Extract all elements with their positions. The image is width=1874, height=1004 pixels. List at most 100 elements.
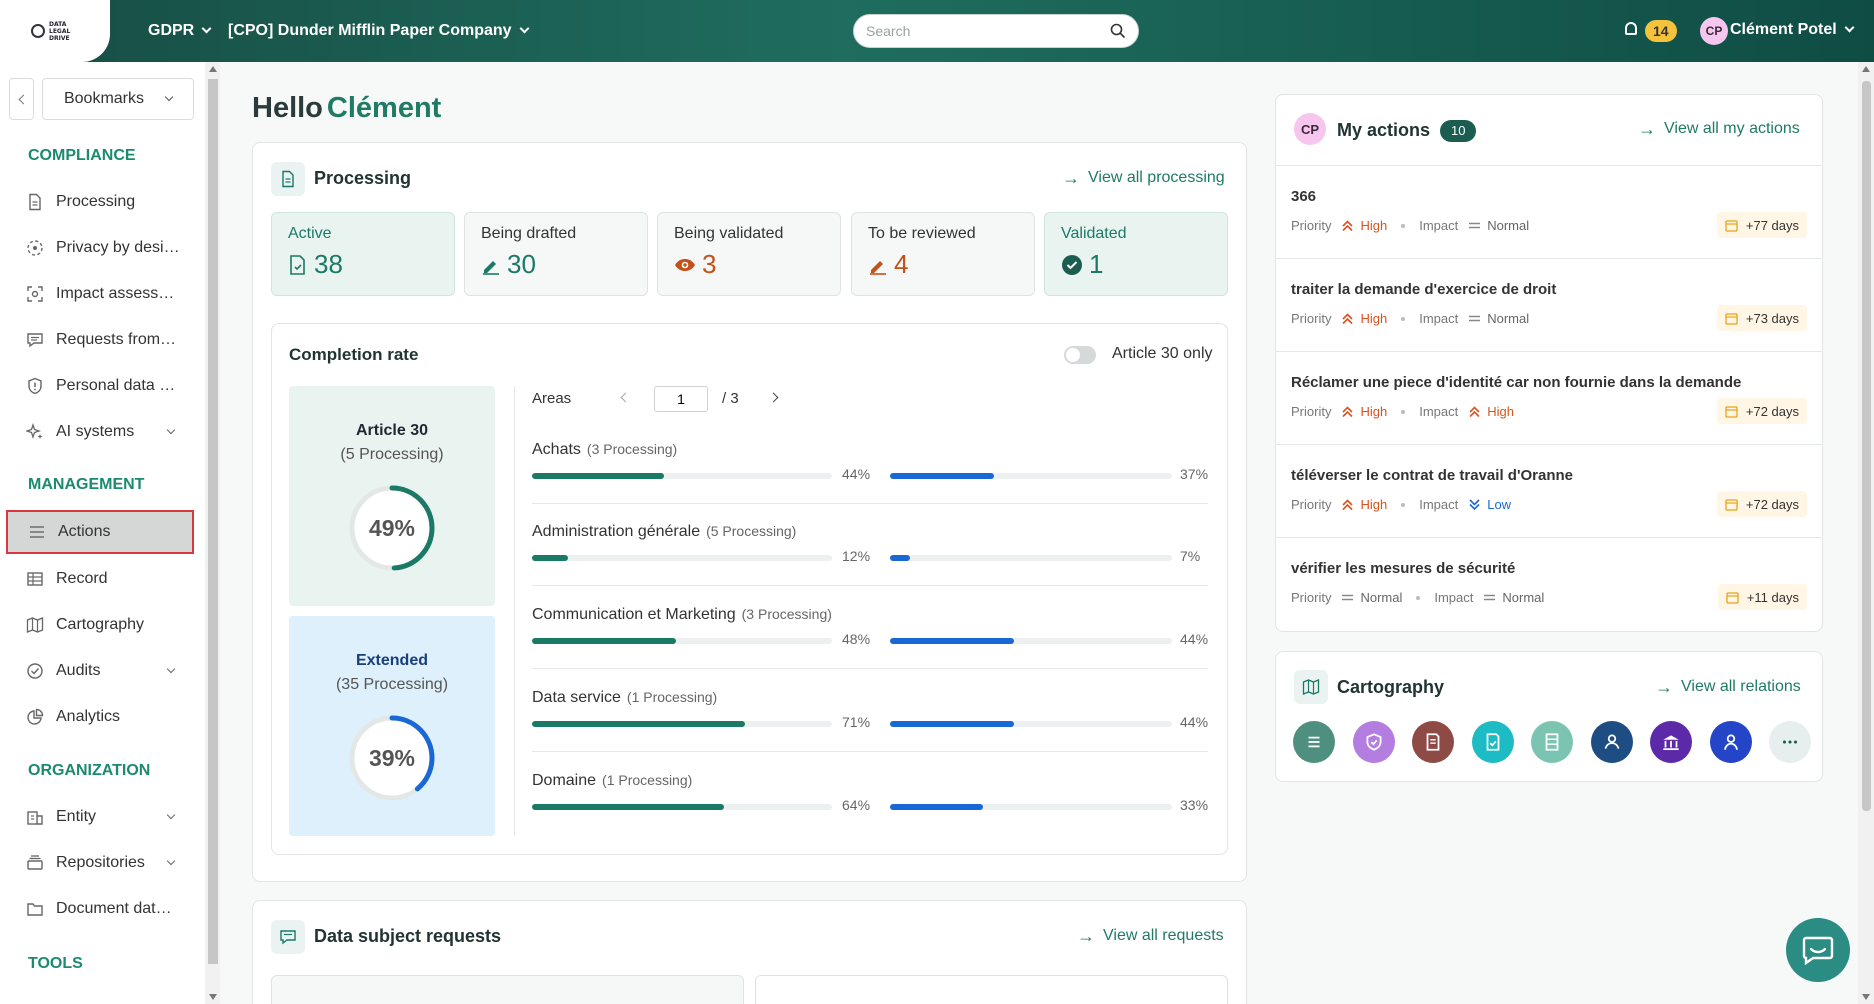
cartography-node-checklist[interactable] [1471, 721, 1514, 763]
cartography-node-shield[interactable] [1352, 721, 1395, 763]
article30-toggle[interactable] [1064, 346, 1096, 364]
status-active[interactable]: Active 38 [271, 212, 455, 296]
action-list-item[interactable]: 366 Priority High Impact Normal +77 days [1275, 166, 1823, 259]
action-meta: Priority Normal Impact Normal [1291, 590, 1545, 605]
processing-title: Processing [314, 168, 412, 188]
bell-icon[interactable] [1625, 22, 1637, 35]
sidebar-item-entity[interactable]: Entity [6, 795, 194, 839]
sidebar-item-record[interactable]: Record [6, 557, 194, 601]
status-being-drafted[interactable]: Being drafted 30 [464, 212, 648, 296]
action-meta: Priority High Impact Normal [1291, 311, 1530, 326]
article30-percent: 64% [842, 797, 871, 813]
module-dropdown[interactable]: GDPR [148, 0, 212, 62]
section-organization: ORGANIZATION [28, 762, 151, 779]
priority-low-icon [1469, 499, 1480, 511]
separator-dot [1401, 316, 1406, 321]
cartography-node-list[interactable] [1293, 721, 1335, 763]
file-icon [29, 193, 41, 211]
extended-progress-fill [890, 721, 1015, 727]
scroll-up-icon[interactable] [1862, 66, 1870, 72]
requests-status-box [271, 975, 744, 1004]
view-all-relations-link[interactable]: → View all relations [1655, 678, 1801, 696]
chevron-down-icon [1844, 22, 1855, 33]
view-all-requests-link[interactable]: → View all requests [1077, 927, 1224, 945]
sidebar-item-actions[interactable]: Actions [6, 510, 194, 554]
search-icon[interactable] [1110, 23, 1126, 39]
action-title: vérifier les mesures de sécurité [1291, 560, 1516, 577]
page-input[interactable] [654, 386, 708, 412]
area-row: Achats (3 Processing) 44% 37% [532, 441, 1208, 523]
sidebar-item-ai-systems[interactable]: AI systems [6, 410, 194, 454]
status-validated[interactable]: Validated 1 [1044, 212, 1228, 296]
sidebar-item-impact-assessments[interactable]: Impact assessments [6, 272, 194, 316]
status-being-validated[interactable]: Being validated 3 [657, 212, 841, 296]
pencil-icon [870, 260, 886, 275]
area-row: Communication et Marketing (3 Processing)… [532, 606, 1208, 688]
notification-badge[interactable]: 14 [1645, 20, 1677, 42]
folder-icon [27, 903, 43, 916]
scroll-up-icon[interactable] [209, 66, 217, 72]
article30-progress-fill [532, 804, 724, 810]
avatar[interactable]: CP [1700, 17, 1728, 45]
logo[interactable]: DATA LEGAL DRIVE [0, 0, 110, 62]
user-menu[interactable]: Clément Potel [1730, 21, 1855, 39]
action-list-item[interactable]: vérifier les mesures de sécurité Priority… [1275, 538, 1823, 631]
divider [532, 585, 1208, 586]
action-meta: Priority High Impact High [1291, 404, 1514, 419]
impact-level: Normal [1483, 590, 1544, 605]
sidebar-item-requests[interactable]: Requests from data subjects [6, 318, 194, 362]
cartography-node-bank[interactable] [1650, 721, 1692, 763]
view-all-actions-link[interactable]: → View all my actions [1638, 120, 1800, 138]
priority-normal-icon [1342, 594, 1354, 601]
impact-level: Low [1468, 497, 1511, 512]
avatar: CP [1294, 113, 1326, 145]
toggle-label: Article 30 only [1112, 345, 1213, 362]
article30-progress-fill [532, 638, 676, 644]
sidebar-scrollbar[interactable] [205, 62, 220, 1004]
cartography-node-person[interactable] [1709, 721, 1752, 763]
bookmarks-dropdown[interactable]: Bookmarks [42, 78, 194, 120]
sidebar-item-document-database[interactable]: Document database [6, 887, 194, 931]
priority-high-icon [1342, 499, 1354, 511]
sidebar-item-processing[interactable]: Processing [6, 180, 194, 224]
cartography-node-users[interactable] [1590, 721, 1633, 763]
calendar-icon [1725, 312, 1738, 325]
collapse-sidebar-button[interactable] [9, 78, 34, 120]
focus-icon [27, 286, 43, 302]
sidebar-item-audits[interactable]: Audits [6, 649, 194, 693]
support-chat-button[interactable] [1786, 918, 1850, 982]
extended-progress-bar [890, 555, 1172, 561]
sidebar-item-privacy-by-design[interactable]: Privacy by design [6, 226, 194, 270]
action-list-item[interactable]: traiter la demande d'exercice de droit Pr… [1275, 259, 1823, 352]
priority-normal-icon [1484, 594, 1496, 601]
scrollbar-thumb[interactable] [1862, 81, 1871, 811]
search-box [853, 14, 1139, 48]
chevron-down-icon [164, 92, 174, 101]
sidebar-item-data-breaches[interactable]: Personal data breaches [6, 364, 194, 408]
sidebar-item-repositories[interactable]: Repositories [6, 841, 194, 885]
article30-percent: 48% [842, 631, 871, 647]
action-list-item[interactable]: Réclamer une piece d'identité car non fo… [1275, 352, 1823, 445]
scrollbar-thumb[interactable] [208, 79, 218, 964]
article30-progress-fill [532, 555, 568, 561]
sidebar-item-cartography[interactable]: Cartography [6, 603, 194, 647]
status-to-be-reviewed[interactable]: To be reviewed 4 [851, 212, 1035, 296]
extended-percent: 7% [1180, 548, 1201, 564]
cartography-node-server[interactable] [1531, 721, 1573, 763]
article30-percent: 71% [842, 714, 871, 730]
cartography-node-more[interactable] [1769, 721, 1811, 763]
action-list-item[interactable]: téléverser le contrat de travail d'Orann… [1275, 445, 1823, 538]
view-all-processing-link[interactable]: → View all processing [1062, 169, 1225, 187]
checklist-icon [1486, 733, 1499, 751]
svg-text:49%: 49% [369, 515, 415, 541]
map-icon [1294, 670, 1328, 704]
company-dropdown[interactable]: [CPO] Dunder Mifflin Paper Company [228, 0, 530, 62]
separator-dot [1416, 595, 1421, 600]
sidebar-item-analytics[interactable]: Analytics [6, 695, 194, 739]
page-scrollbar[interactable] [1858, 62, 1874, 1004]
cartography-node-document[interactable] [1412, 721, 1454, 763]
scroll-down-icon[interactable] [1862, 994, 1870, 1000]
scroll-down-icon[interactable] [209, 994, 217, 1000]
arrow-right-icon: → [1638, 119, 1656, 139]
search-input[interactable] [866, 23, 1110, 39]
